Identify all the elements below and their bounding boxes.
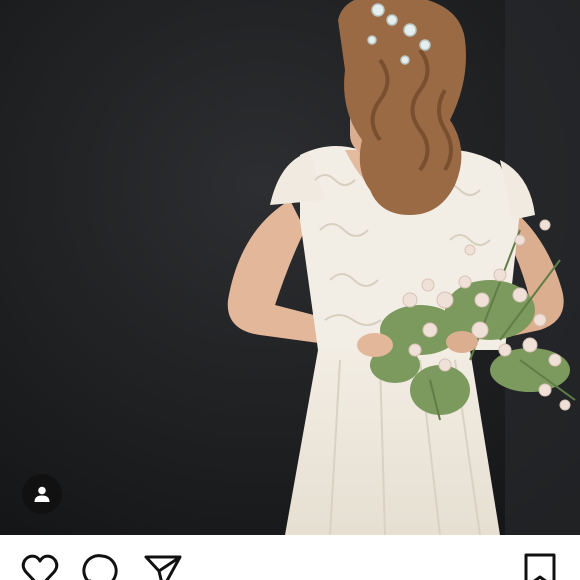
action-bar	[0, 535, 580, 580]
post-photo[interactable]	[0, 0, 580, 535]
comment-button[interactable]	[82, 551, 122, 580]
bookmark-icon	[524, 553, 556, 580]
comment-icon	[82, 554, 118, 580]
tagged-user-button[interactable]	[22, 474, 62, 514]
save-button[interactable]	[520, 551, 560, 580]
send-icon	[144, 555, 182, 580]
person-icon	[34, 486, 50, 502]
post	[0, 0, 580, 580]
share-button[interactable]	[143, 551, 183, 580]
heart-icon	[21, 554, 59, 580]
like-button[interactable]	[20, 551, 60, 580]
